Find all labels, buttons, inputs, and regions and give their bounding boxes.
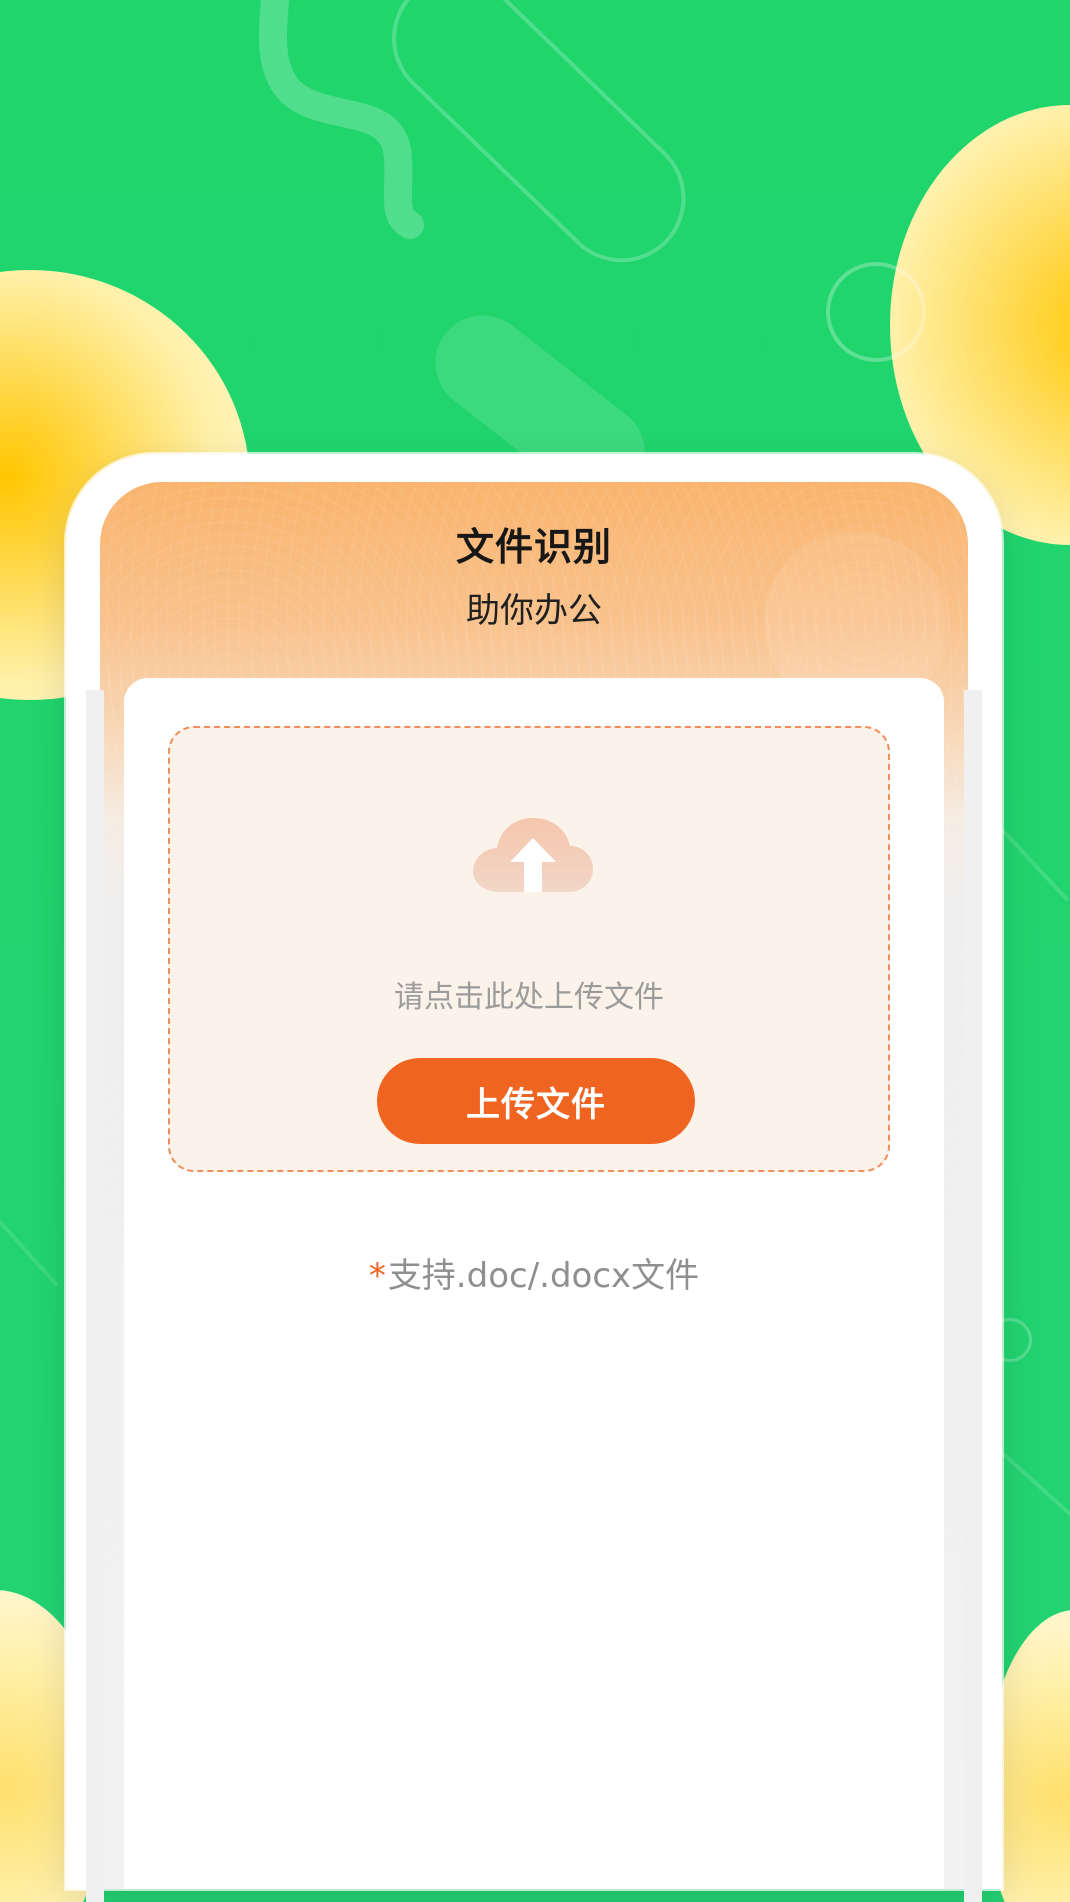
phone-side-strip-left [86,690,104,1902]
line-decoration [0,1217,59,1287]
line-decoration [997,1448,1070,1526]
phone-screen: 文件识别 助你办公 请点击此处上传文件 上传文件 *支持.doc/.docx文件 [100,482,968,1889]
upload-prompt-text: 请点击此处上传文件 [394,980,664,1015]
phone-frame: 文件识别 助你办公 请点击此处上传文件 上传文件 *支持.doc/.docx文件 [66,454,1002,1889]
content-card: 请点击此处上传文件 上传文件 *支持.doc/.docx文件 [124,678,944,1889]
upload-file-button[interactable]: 上传文件 [377,1058,695,1144]
page-subtitle: 助你办公 [466,591,602,631]
supported-formats-label: 支持.doc/.docx文件 [387,1256,700,1296]
page-title: 文件识别 [455,525,612,569]
upload-dropzone[interactable]: 请点击此处上传文件 上传文件 [168,726,890,1172]
supported-formats-text: *支持.doc/.docx文件 [124,1248,944,1297]
page-header: 文件识别 助你办公 [100,482,968,662]
outlined-pill-decoration [365,0,712,289]
phone-side-strip-right [964,690,982,1902]
cloud-upload-icon [473,818,593,892]
line-decoration [1000,828,1070,902]
required-asterisk: * [368,1256,386,1296]
ring-decoration [826,262,926,362]
app-background: 文件识别 助你办公 请点击此处上传文件 上传文件 *支持.doc/.docx文件 [0,0,1070,1902]
